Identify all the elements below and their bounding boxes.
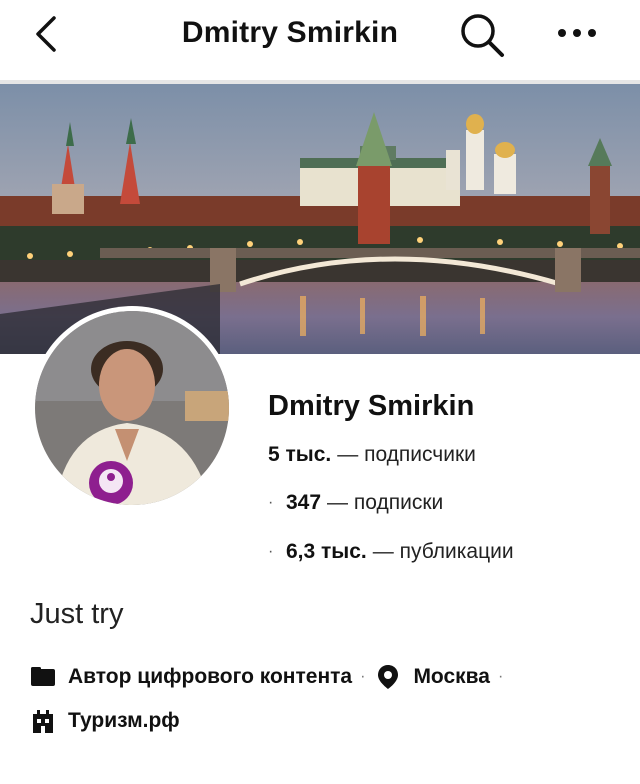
following-count: 347	[286, 491, 322, 514]
stat-bullet: ·	[268, 543, 274, 560]
followers-count: 5 тыс.	[268, 443, 332, 466]
followers-stat[interactable]: 5 тыс. — подписчики	[268, 443, 476, 467]
location-link[interactable]: Москва	[413, 665, 490, 689]
meta-separator: ·	[360, 668, 366, 685]
followers-label: — подписчики	[337, 443, 476, 466]
profile-avatar[interactable]	[30, 306, 234, 510]
more-horizontal-icon	[558, 29, 596, 37]
category-label: Автор цифрового контента	[68, 665, 353, 688]
following-stat[interactable]: 347 — подписки	[286, 491, 443, 515]
meta-separator: ·	[497, 668, 504, 685]
avatar-photo	[35, 311, 229, 505]
profile-name: Dmitry Smirkin	[268, 390, 475, 422]
profile-bio: Just try	[30, 598, 124, 630]
posts-count: 6,3 тыс.	[286, 540, 367, 563]
following-label: — подписки	[327, 491, 444, 514]
search-icon	[461, 14, 504, 57]
building-icon	[33, 710, 53, 733]
posts-stat[interactable]: 6,3 тыс. — публикации	[286, 540, 514, 564]
more-options-button[interactable]	[552, 20, 602, 46]
profile-meta-row: Автор цифрового контента · Москва ·	[30, 664, 513, 690]
website-link[interactable]: Туризм.рф	[68, 709, 180, 733]
location-pin-icon	[378, 665, 399, 689]
stat-bullet: ·	[268, 494, 274, 511]
category-icon	[31, 667, 55, 686]
search-button[interactable]	[456, 10, 508, 60]
top-bar: Dmitry Smirkin	[0, 0, 640, 80]
profile-link-row: Туризм.рф	[30, 708, 180, 734]
posts-label: — публикации	[372, 540, 514, 563]
